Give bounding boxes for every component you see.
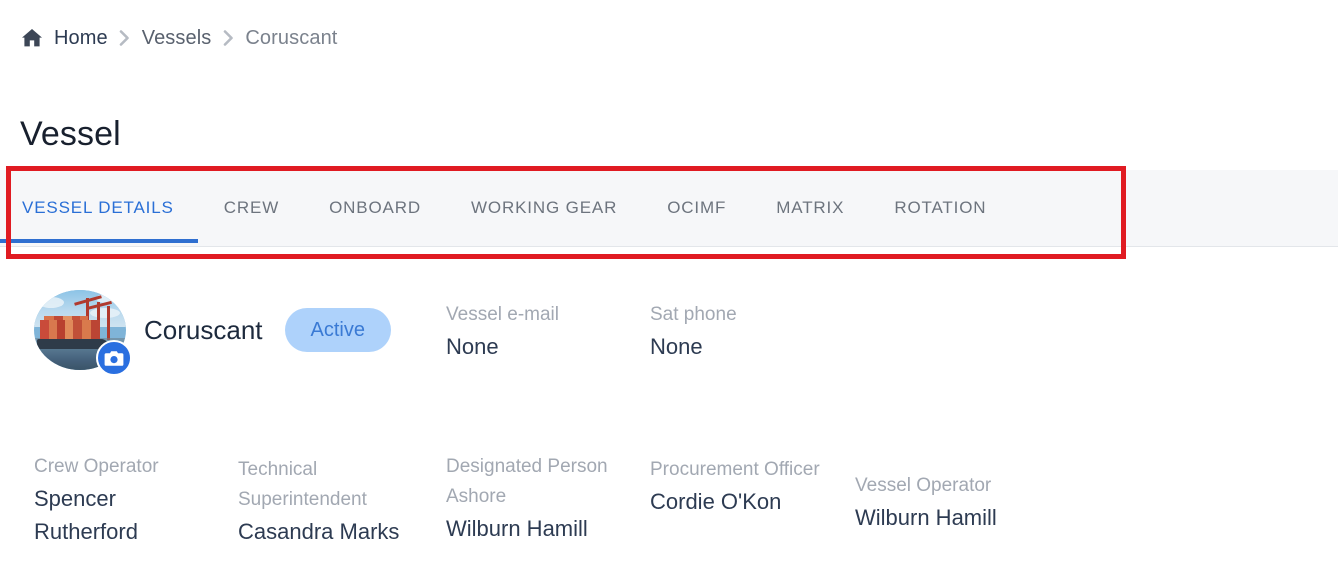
chevron-right-icon <box>211 26 245 50</box>
field-procurement-officer: Procurement Officer Cordie O'Kon <box>650 455 840 518</box>
field-label: Technical Superintendent <box>238 459 367 510</box>
field-crew-operator: Crew Operator Spencer Rutherford <box>34 452 214 548</box>
tab-working-gear[interactable]: WORKING GEAR <box>446 170 642 246</box>
field-value: None <box>650 334 703 359</box>
home-icon[interactable] <box>20 26 44 50</box>
tab-matrix[interactable]: MATRIX <box>751 170 869 246</box>
field-value: Wilburn Hamill <box>446 516 588 541</box>
field-vessel-email: Vessel e-mail None <box>446 300 641 363</box>
breadcrumb: Home Vessels Coruscant <box>20 20 337 56</box>
field-label: Designated Person Ashore <box>446 456 608 507</box>
tab-vessel-details[interactable]: VESSEL DETAILS <box>0 170 199 246</box>
page-title: Vessel <box>20 114 121 153</box>
vessel-identity: Coruscant Active <box>34 290 391 376</box>
field-value: Casandra Marks <box>238 519 400 544</box>
chevron-right-icon <box>108 26 142 50</box>
field-value: Cordie O'Kon <box>650 489 782 514</box>
field-sat-phone: Sat phone None <box>650 300 845 363</box>
active-tab-indicator <box>0 239 198 243</box>
field-vessel-operator: Vessel Operator Wilburn Hamill <box>855 471 1065 534</box>
tab-ocimf[interactable]: OCIMF <box>642 170 751 246</box>
breadcrumb-item-home[interactable]: Home <box>54 26 108 50</box>
tab-rotation[interactable]: ROTATION <box>869 170 1011 246</box>
tab-list: VESSEL DETAILS CREW ONBOARD WORKING GEAR… <box>0 170 1011 246</box>
breadcrumb-item-coruscant: Coruscant <box>245 27 338 49</box>
field-designated-person-ashore: Designated Person Ashore Wilburn Hamill <box>446 452 644 545</box>
field-label: Procurement Officer <box>650 459 820 480</box>
field-label: Sat phone <box>650 304 737 325</box>
tab-bar: VESSEL DETAILS CREW ONBOARD WORKING GEAR… <box>0 170 1338 247</box>
photo-cloud <box>90 308 120 318</box>
avatar <box>34 290 132 376</box>
status-badge[interactable]: Active <box>284 308 391 352</box>
field-label: Vessel e-mail <box>446 304 559 325</box>
field-label: Crew Operator <box>34 456 159 477</box>
photo-containers <box>40 320 100 340</box>
vessel-name: Coruscant <box>144 315 263 345</box>
field-label: Vessel Operator <box>855 475 992 496</box>
field-value: None <box>446 334 499 359</box>
field-technical-superintendent: Technical Superintendent Casandra Marks <box>238 455 433 548</box>
photo-cloud <box>38 297 64 308</box>
photo-crane <box>107 306 110 340</box>
tab-crew[interactable]: CREW <box>199 170 304 246</box>
camera-icon[interactable] <box>96 340 132 376</box>
breadcrumb-item-vessels[interactable]: Vessels <box>142 26 212 50</box>
field-value: Wilburn Hamill <box>855 505 997 530</box>
field-value: Spencer Rutherford <box>34 486 138 544</box>
tab-onboard[interactable]: ONBOARD <box>304 170 446 246</box>
